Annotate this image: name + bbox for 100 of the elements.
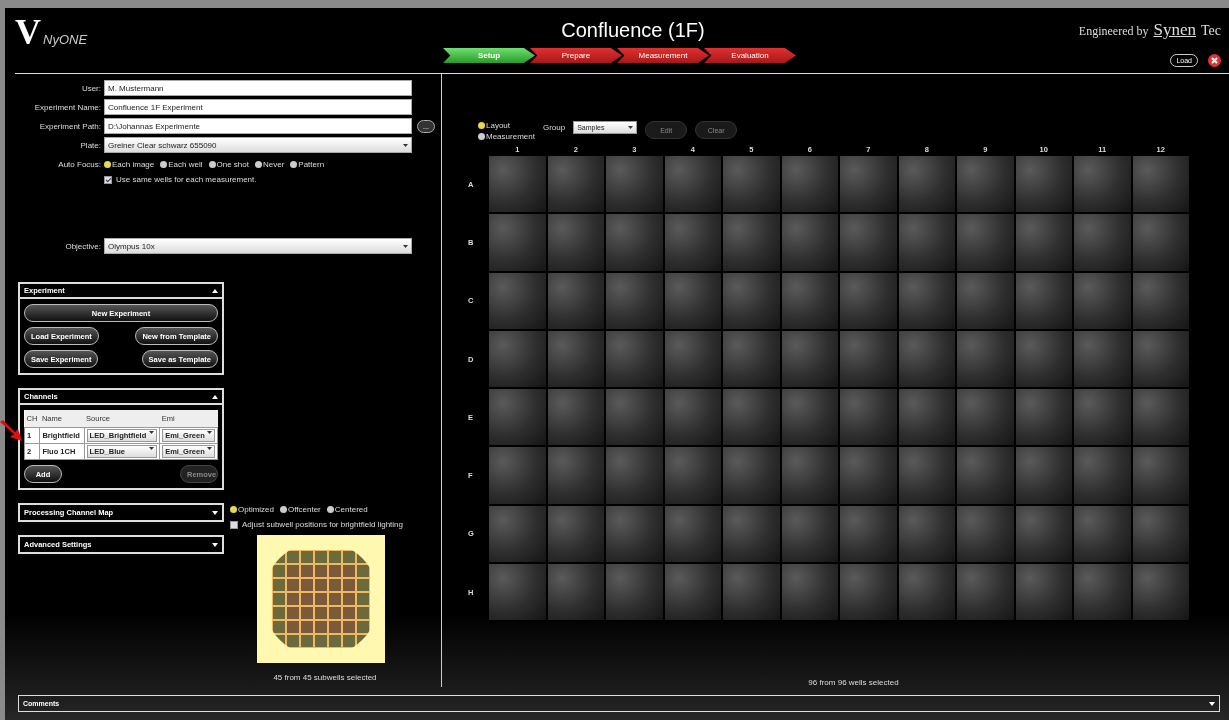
well[interactable] xyxy=(546,388,605,447)
well[interactable] xyxy=(956,155,1015,214)
well[interactable] xyxy=(722,155,781,214)
well[interactable] xyxy=(780,388,839,447)
text-field[interactable]: M. Mustermann xyxy=(104,80,412,96)
well[interactable] xyxy=(1073,155,1132,214)
well[interactable] xyxy=(1073,329,1132,389)
well[interactable] xyxy=(605,271,664,330)
well[interactable] xyxy=(663,329,722,389)
well[interactable] xyxy=(663,388,722,447)
focus-option[interactable]: Each well xyxy=(160,159,203,169)
well[interactable] xyxy=(722,446,781,505)
well[interactable] xyxy=(1131,271,1190,330)
well[interactable] xyxy=(1014,388,1073,447)
well[interactable] xyxy=(605,446,664,505)
well[interactable] xyxy=(839,155,898,214)
well[interactable] xyxy=(839,504,898,564)
well[interactable] xyxy=(839,388,898,447)
well[interactable] xyxy=(897,329,956,389)
well[interactable] xyxy=(897,563,956,622)
well[interactable] xyxy=(897,155,956,214)
well[interactable] xyxy=(1014,504,1073,564)
well[interactable] xyxy=(663,446,722,505)
well[interactable] xyxy=(1014,563,1073,622)
well[interactable] xyxy=(722,329,781,389)
well[interactable] xyxy=(839,446,898,505)
well[interactable] xyxy=(605,213,664,272)
checkbox[interactable] xyxy=(230,520,238,529)
well[interactable] xyxy=(839,329,898,389)
well[interactable] xyxy=(488,563,547,622)
radio-button[interactable] xyxy=(290,160,298,168)
well[interactable] xyxy=(897,504,956,564)
well[interactable] xyxy=(1073,504,1132,564)
text-field[interactable]: D:\Johannas Experimente xyxy=(104,118,412,134)
well[interactable] xyxy=(546,446,605,505)
well[interactable] xyxy=(605,388,664,447)
collapse-icon[interactable] xyxy=(212,288,218,293)
well[interactable] xyxy=(605,563,664,622)
well[interactable] xyxy=(1131,329,1190,389)
well[interactable] xyxy=(546,213,605,272)
well[interactable] xyxy=(780,213,839,272)
well[interactable] xyxy=(780,155,839,214)
well[interactable] xyxy=(839,563,898,622)
well[interactable] xyxy=(722,388,781,447)
well[interactable] xyxy=(1131,504,1190,564)
checkbox[interactable] xyxy=(104,175,112,184)
well[interactable] xyxy=(1073,446,1132,505)
well[interactable] xyxy=(546,563,605,622)
well[interactable] xyxy=(722,563,781,622)
subwell-option[interactable]: Centered xyxy=(326,505,368,514)
well[interactable] xyxy=(839,271,898,330)
well[interactable] xyxy=(1014,213,1073,272)
well[interactable] xyxy=(663,504,722,564)
well[interactable] xyxy=(663,155,722,214)
well[interactable] xyxy=(722,271,781,330)
well[interactable] xyxy=(546,155,605,214)
well[interactable] xyxy=(488,388,547,447)
well[interactable] xyxy=(839,213,898,272)
mode-option[interactable]: Measurement xyxy=(478,132,535,141)
expand-icon[interactable] xyxy=(1209,701,1215,706)
radio-button[interactable] xyxy=(254,160,262,168)
radio-button[interactable] xyxy=(230,506,237,513)
well[interactable] xyxy=(488,504,547,564)
radio-button[interactable] xyxy=(326,506,334,513)
well[interactable] xyxy=(956,388,1015,447)
well[interactable] xyxy=(1014,271,1073,330)
radio-button[interactable] xyxy=(104,160,111,168)
objective-dropdown[interactable]: Olympus 10x xyxy=(104,238,412,254)
well[interactable] xyxy=(488,213,547,272)
focus-option[interactable]: Never xyxy=(254,159,285,169)
same-wells-checkbox[interactable]: Use same wells for each measurement. xyxy=(104,175,441,184)
well[interactable] xyxy=(488,155,547,214)
well[interactable] xyxy=(956,213,1015,272)
well[interactable] xyxy=(663,271,722,330)
well[interactable] xyxy=(488,329,547,389)
focus-option[interactable]: One shot xyxy=(208,159,249,169)
well[interactable] xyxy=(722,213,781,272)
well[interactable] xyxy=(605,504,664,564)
well[interactable] xyxy=(663,213,722,272)
radio-button[interactable] xyxy=(478,133,485,140)
mode-option[interactable]: Layout xyxy=(478,121,535,130)
well[interactable] xyxy=(546,504,605,564)
well[interactable] xyxy=(1131,155,1190,214)
well[interactable] xyxy=(780,271,839,330)
step-tab[interactable]: Evaluation xyxy=(704,48,796,63)
well[interactable] xyxy=(780,504,839,564)
well[interactable] xyxy=(605,155,664,214)
well[interactable] xyxy=(956,446,1015,505)
focus-option[interactable]: Each image xyxy=(104,159,155,169)
well[interactable] xyxy=(546,271,605,330)
well[interactable] xyxy=(1014,329,1073,389)
well[interactable] xyxy=(722,504,781,564)
well[interactable] xyxy=(488,446,547,505)
text-field[interactable]: Confluence 1F Experiment xyxy=(104,99,412,115)
well[interactable] xyxy=(780,563,839,622)
well[interactable] xyxy=(897,388,956,447)
well[interactable] xyxy=(1073,563,1132,622)
step-tab[interactable]: Measurement xyxy=(617,48,709,63)
well[interactable] xyxy=(1073,388,1132,447)
well[interactable] xyxy=(897,271,956,330)
